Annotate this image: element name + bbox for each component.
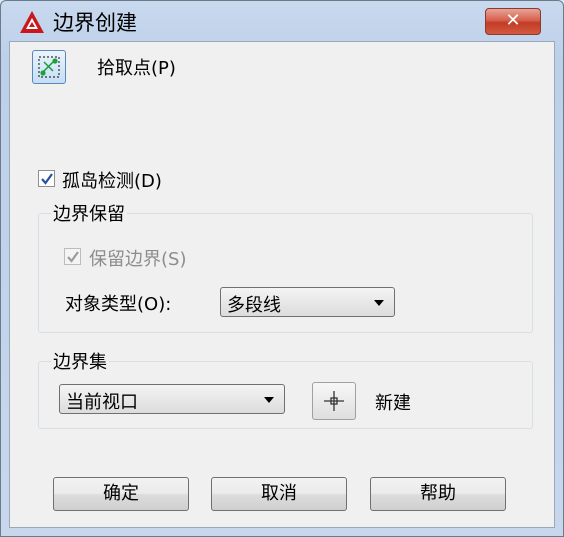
pick-points-label: 拾取点(P) (97, 58, 176, 79)
boundary-retention-title: 边界保留 (51, 200, 127, 226)
checkmark-icon (67, 251, 79, 263)
window-title: 边界创建 (53, 11, 137, 35)
retain-boundary-checkbox[interactable] (64, 248, 81, 265)
boundary-set-value: 当前视口 (66, 392, 138, 413)
help-button[interactable]: 帮助 (370, 477, 506, 511)
object-type-select[interactable]: 多段线 (220, 287, 395, 317)
close-icon: ✕ (505, 10, 521, 31)
object-type-label: 对象类型(O): (65, 294, 172, 315)
boundary-set-title: 边界集 (51, 348, 109, 374)
island-detection-checkbox[interactable] (38, 170, 55, 187)
ok-button[interactable]: 确定 (53, 477, 189, 511)
chevron-down-icon (264, 397, 274, 403)
crosshair-icon (324, 391, 344, 411)
new-label: 新建 (375, 393, 411, 414)
title-bar: 边界创建 ✕ (1, 1, 563, 41)
pick-points-icon (38, 56, 60, 78)
boundary-set-select[interactable]: 当前视口 (59, 384, 285, 414)
dialog-window: 边界创建 ✕ 拾取点(P) 孤岛检测(D) 边界保留 保留边界(S) 对象类型(… (0, 0, 564, 537)
island-detection-label: 孤岛检测(D) (62, 171, 162, 192)
checkmark-icon (41, 173, 53, 185)
retain-boundary-label: 保留边界(S) (89, 249, 187, 270)
chevron-down-icon (374, 300, 384, 306)
autocad-logo-icon (20, 11, 44, 33)
object-type-value: 多段线 (227, 295, 281, 316)
new-boundary-set-button[interactable] (312, 382, 356, 420)
cancel-button[interactable]: 取消 (211, 477, 347, 511)
pick-points-button[interactable] (32, 50, 66, 84)
close-button[interactable]: ✕ (485, 8, 541, 35)
